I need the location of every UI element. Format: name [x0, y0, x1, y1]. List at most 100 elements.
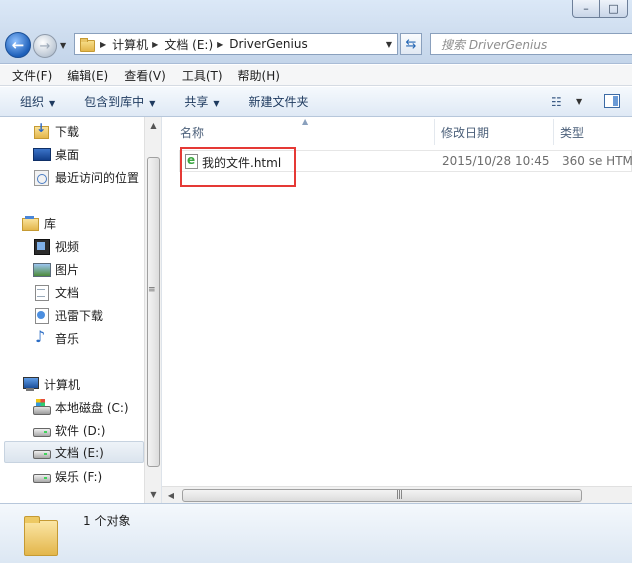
arrow-left-icon: ← [11, 36, 25, 54]
nav-item-label: 音乐 [55, 331, 80, 346]
nav-item-libraries[interactable]: 库 [0, 212, 144, 234]
thunder-download-icon [33, 307, 49, 324]
nav-item-drive-e[interactable]: 文档 (E:) [4, 441, 144, 463]
breadcrumb-drive-e[interactable]: 文档 (E:) [164, 36, 213, 53]
scroll-down-icon[interactable]: ▼ [145, 486, 162, 503]
back-button[interactable]: ← [5, 32, 31, 58]
nav-item-music[interactable]: 音乐 [0, 327, 144, 349]
minimize-button[interactable]: – [572, 0, 600, 18]
breadcrumb-computer[interactable]: 计算机 [112, 36, 148, 53]
nav-item-downloads[interactable]: 下载 [0, 120, 144, 142]
forward-button[interactable]: → [33, 34, 57, 58]
share-label: 共享 [184, 95, 209, 109]
chevron-right-icon[interactable]: ▶ [100, 40, 106, 49]
menu-edit[interactable]: 编辑(E) [52, 67, 108, 84]
grip-icon: ||| [396, 490, 403, 500]
arrow-right-icon: → [39, 38, 51, 54]
breadcrumb-drivergenius[interactable]: DriverGenius [229, 37, 307, 51]
nav-item-pictures[interactable]: 图片 [0, 258, 144, 280]
nav-item-label: 迅雷下载 [55, 308, 104, 323]
nav-item-label: 文档 [55, 285, 80, 300]
nav-item-drive-c[interactable]: 本地磁盘 (C:) [0, 396, 144, 418]
menu-bar: 文件(F) 编辑(E) 查看(V) 工具(T) 帮助(H) [0, 65, 632, 86]
organize-button[interactable]: 组织 ▼ [20, 93, 55, 110]
recent-places-icon [33, 169, 49, 186]
scrollbar-thumb[interactable]: ||| [182, 489, 582, 502]
title-bar: – □ ← → ▼ ▶ 计算机 ▶ 文档 (E:) ▶ DriverGenius… [0, 0, 632, 64]
include-in-library-label: 包含到库中 [84, 95, 145, 109]
pictures-library-icon [33, 261, 51, 277]
folder-icon [22, 512, 58, 556]
share-button[interactable]: 共享 ▼ [184, 93, 219, 110]
drive-icon [33, 468, 51, 484]
nav-item-label: 视频 [55, 239, 80, 254]
file-type: 360 se HTM [562, 154, 632, 168]
download-folder-icon [33, 121, 49, 139]
nav-item-label: 娱乐 (F:) [55, 469, 103, 484]
nav-item-label: 桌面 [55, 147, 80, 162]
nav-item-label: 库 [44, 216, 57, 231]
menu-view[interactable]: 查看(V) [108, 67, 166, 84]
computer-icon [22, 376, 39, 392]
desktop-icon [33, 146, 51, 162]
nav-item-label: 最近访问的位置 [55, 170, 140, 185]
nav-item-label: 下载 [55, 124, 80, 139]
highlight-box [180, 147, 296, 187]
chevron-down-icon: ▼ [49, 99, 56, 108]
nav-item-label: 软件 (D:) [55, 423, 106, 438]
file-date: 2015/10/28 10:45 [442, 154, 550, 168]
nav-item-desktop[interactable]: 桌面 [0, 143, 144, 165]
system-drive-icon [33, 399, 51, 415]
scroll-left-icon[interactable]: ◀ [164, 487, 178, 504]
scroll-up-icon[interactable]: ▲ [145, 117, 162, 134]
documents-library-icon [33, 284, 49, 301]
folder-icon [78, 37, 96, 52]
item-count: 1 个对象 [83, 514, 131, 528]
new-folder-button[interactable]: 新建文件夹 [249, 93, 309, 110]
nav-item-recent-places[interactable]: 最近访问的位置 [0, 166, 144, 188]
chevron-down-icon: ▼ [149, 99, 156, 108]
nav-item-drive-f[interactable]: 娱乐 (F:) [0, 465, 144, 487]
chevron-down-icon: ▼ [213, 99, 220, 108]
scrollbar-thumb[interactable] [147, 157, 160, 467]
music-library-icon [33, 327, 49, 346]
refresh-icon: ⇆ [405, 36, 417, 52]
nav-item-videos[interactable]: 视频 [0, 235, 144, 257]
chevron-right-icon[interactable]: ▶ [152, 40, 158, 49]
window-controls: – □ [572, 0, 628, 18]
include-in-library-button[interactable]: 包含到库中 ▼ [84, 93, 155, 110]
address-bar[interactable]: ▶ 计算机 ▶ 文档 (E:) ▶ DriverGenius ▼ [74, 33, 398, 55]
horizontal-scrollbar[interactable]: ◀ ||| [162, 486, 632, 503]
nav-item-drive-d[interactable]: 软件 (D:) [0, 419, 144, 441]
navigation-pane: 下载 桌面 最近访问的位置 库 视频 图片 文档 迅雷下载 音乐 计算机 本地磁… [0, 117, 162, 503]
nav-item-thunder-downloads[interactable]: 迅雷下载 [0, 304, 144, 326]
preview-pane-icon[interactable] [604, 94, 620, 108]
menu-tools[interactable]: 工具(T) [166, 67, 223, 84]
organize-label: 组织 [20, 95, 45, 109]
file-list: ▲ 名称 修改日期 类型 我的文件.html 2015/10/28 10:45 … [162, 117, 632, 503]
address-dropdown-button[interactable]: ▼ [381, 40, 397, 49]
recent-pages-dropdown[interactable]: ▼ [60, 41, 66, 50]
nav-item-label: 图片 [55, 262, 80, 277]
command-bar: 组织 ▼ 包含到库中 ▼ 共享 ▼ 新建文件夹 ☷ ▼ [0, 87, 632, 117]
view-options-icon[interactable]: ☷ [551, 95, 562, 109]
nav-pane-scrollbar[interactable]: ▲ ≡ ▼ [144, 117, 161, 503]
chevron-right-icon[interactable]: ▶ [217, 40, 223, 49]
library-icon [22, 215, 39, 231]
menu-help[interactable]: 帮助(H) [223, 67, 280, 84]
drive-icon [33, 444, 51, 460]
column-header-name[interactable]: 名称 [174, 119, 432, 145]
column-header-type[interactable]: 类型 [554, 119, 632, 145]
nav-item-computer[interactable]: 计算机 [0, 373, 144, 395]
search-input[interactable]: 搜索 DriverGenius [430, 33, 632, 55]
nav-item-label: 本地磁盘 (C:) [55, 400, 129, 415]
drive-icon [33, 422, 51, 438]
maximize-button[interactable]: □ [600, 0, 628, 18]
view-dropdown-icon[interactable]: ▼ [576, 97, 582, 106]
video-library-icon [33, 238, 50, 255]
refresh-button[interactable]: ⇆ [400, 33, 422, 55]
nav-item-documents[interactable]: 文档 [0, 281, 144, 303]
menu-file[interactable]: 文件(F) [0, 67, 52, 84]
column-header-date[interactable]: 修改日期 [435, 119, 553, 145]
grip-icon: ≡ [148, 285, 156, 295]
